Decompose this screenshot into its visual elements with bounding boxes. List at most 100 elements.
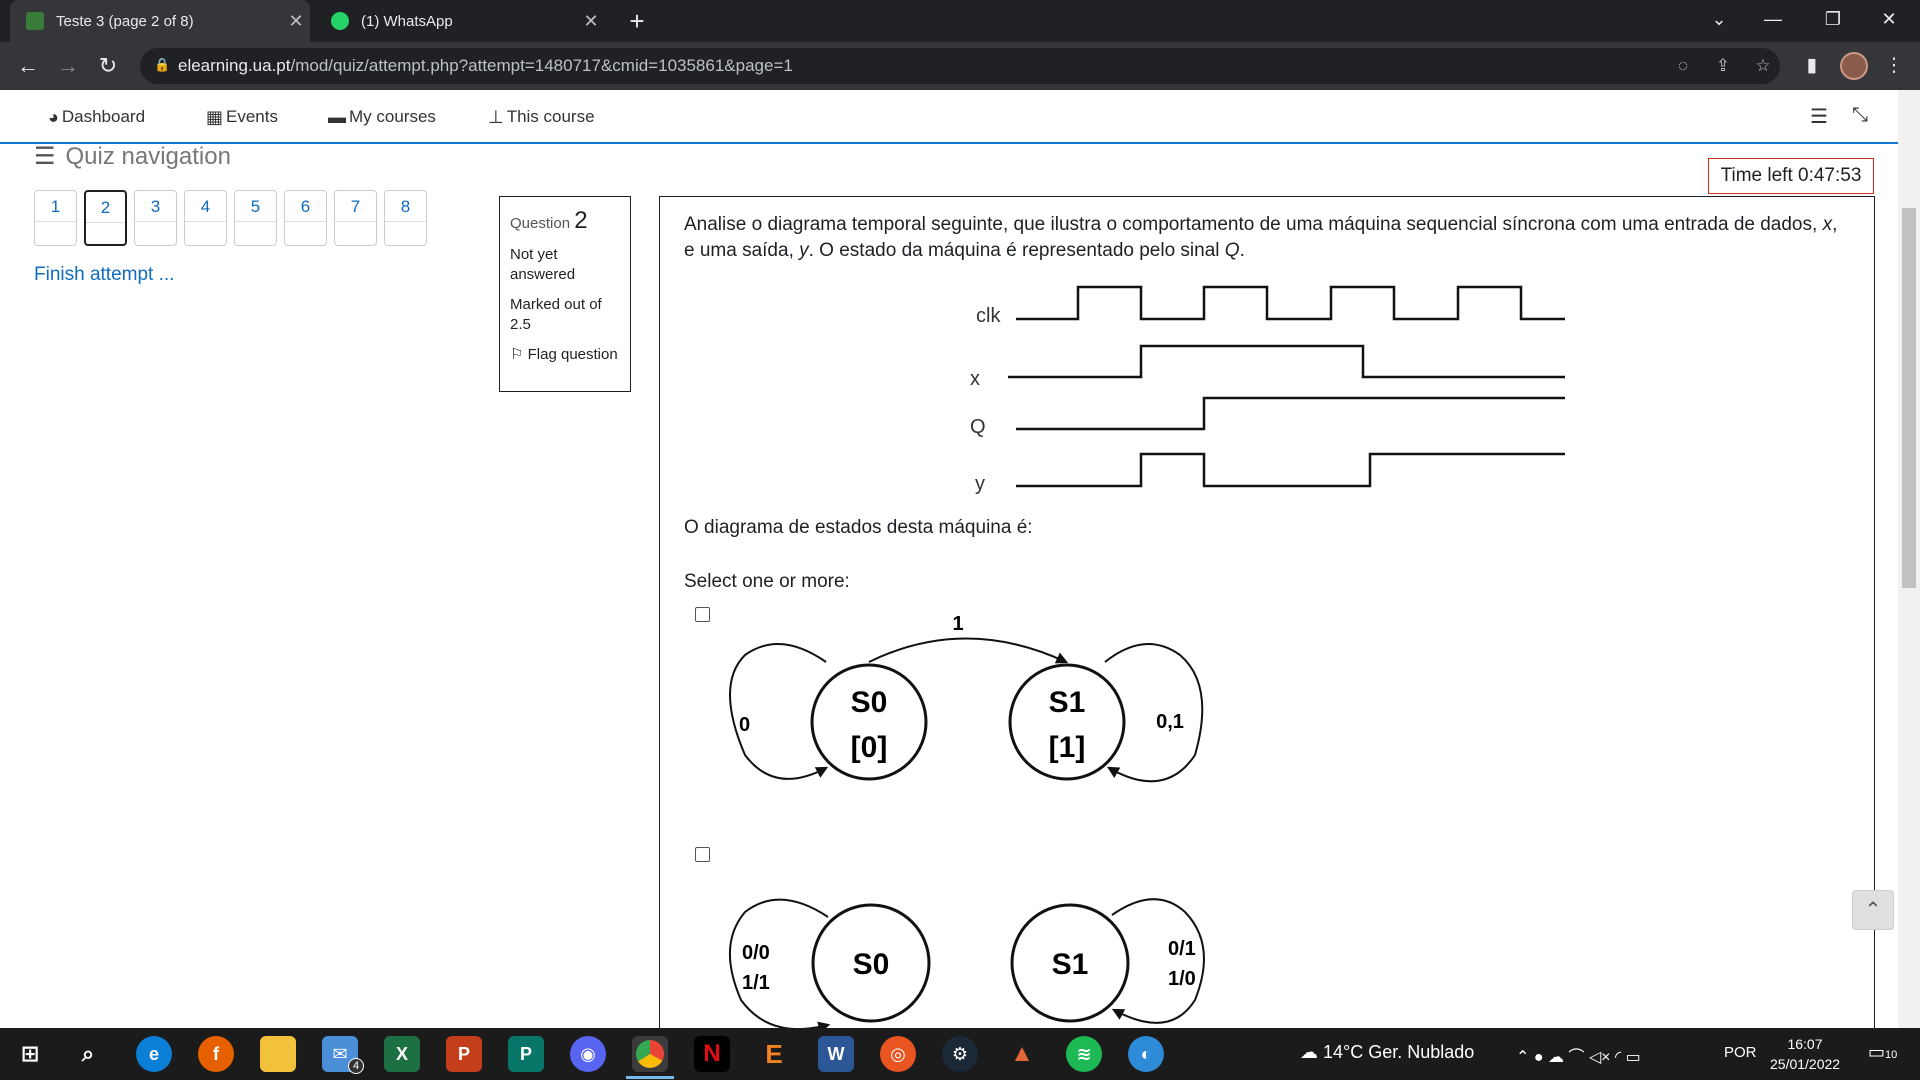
question-8-button[interactable]: 8	[384, 190, 427, 246]
weather-widget[interactable]: ☁ 14°C Ger. Nublado	[1300, 1042, 1474, 1063]
forward-button[interactable]: →	[52, 50, 84, 82]
option-a-checkbox[interactable]	[695, 607, 710, 622]
time-left-timer: Time left 0:47:53	[1708, 158, 1874, 194]
collapse-icon[interactable]: ⤡	[1852, 104, 1868, 127]
side-panel-icon[interactable]: ▮	[1798, 52, 1826, 80]
nav-my-courses[interactable]: ▬ My courses	[328, 104, 436, 130]
menu-kebab-icon[interactable]: ⋮	[1880, 52, 1908, 80]
flag-icon: ⚐	[510, 346, 524, 363]
share-icon[interactable]: ⇪	[1710, 54, 1736, 78]
var-q: Q	[1224, 240, 1240, 261]
restore-button[interactable]: ❐	[1810, 0, 1856, 38]
search-icon[interactable]: ⌕	[70, 1036, 106, 1072]
spotify-icon[interactable]: ≋	[1066, 1036, 1102, 1072]
windows-taskbar: ⊞ ⌕ e f ✉ 4 X P P ◉ N E W ◎ ⚙ ▲ ≋ ◐ ☁ 14…	[0, 1028, 1920, 1080]
publisher-icon[interactable]: P	[508, 1036, 544, 1072]
cloud-icon: ☁	[1300, 1042, 1318, 1062]
netflix-icon[interactable]: N	[694, 1036, 730, 1072]
url-text[interactable]: elearning.ua.pt/mod/quiz/attempt.php?att…	[178, 56, 793, 76]
var-y: y	[799, 240, 809, 261]
question-text-part: .	[1239, 240, 1245, 261]
finish-attempt-link[interactable]: Finish attempt ...	[34, 264, 174, 286]
question-7-button[interactable]: 7	[334, 190, 377, 246]
bookmark-star-icon[interactable]: ☆	[1750, 54, 1776, 78]
nav-this-course[interactable]: ⊥ This course	[488, 104, 595, 130]
clk-label: clk	[976, 305, 1001, 327]
language-indicator[interactable]: POR	[1724, 1044, 1757, 1061]
question-6-button[interactable]: 6	[284, 190, 327, 246]
profile-avatar[interactable]	[1840, 52, 1868, 80]
notification-center-icon[interactable]: ▭10	[1868, 1042, 1897, 1063]
scrollbar-thumb[interactable]	[1902, 208, 1916, 588]
option-b-state-diagram: S0 S1 0/0 1/1 0/1 1/0	[729, 898, 1205, 1028]
url-field[interactable]: 🔒 elearning.ua.pt/mod/quiz/attempt.php?a…	[140, 48, 1780, 84]
close-tab-icon[interactable]: ✕	[282, 11, 310, 32]
app-icon[interactable]: ◐	[1128, 1036, 1164, 1072]
word-icon[interactable]: W	[818, 1036, 854, 1072]
edge-icon[interactable]: e	[136, 1036, 172, 1072]
question-status: Not yet answered	[510, 246, 576, 283]
loop-s0-label-2: 1/1	[742, 972, 770, 994]
system-tray-icons[interactable]: ⌃ ● ☁ ⌒ ◁× ◜ ▭	[1516, 1043, 1641, 1067]
matlab-icon[interactable]: ▲	[1004, 1036, 1040, 1072]
x-waveform	[1008, 344, 1565, 379]
select-instruction: Select one or more:	[684, 571, 850, 592]
clock[interactable]: 16:07 25/01/2022	[1770, 1034, 1840, 1074]
lock-icon[interactable]: 🔒	[154, 57, 170, 75]
loop-s1-label-1: 0/1	[1168, 938, 1196, 960]
minimize-button[interactable]: —	[1750, 0, 1796, 38]
toggle-drawer-icon[interactable]: ☰	[1810, 104, 1828, 129]
tab-title: Teste 3 (page 2 of 8)	[56, 12, 194, 30]
discord-icon[interactable]: ◉	[570, 1036, 606, 1072]
close-tab-icon[interactable]: ✕	[577, 11, 605, 32]
excel-icon[interactable]: X	[384, 1036, 420, 1072]
question-number: 1	[50, 197, 61, 216]
eye-off-icon[interactable]: ◌	[1670, 54, 1696, 78]
q-waveform	[1016, 396, 1565, 431]
chrome-icon[interactable]	[632, 1036, 668, 1072]
steam-icon[interactable]: ⚙	[942, 1036, 978, 1072]
powerpoint-icon[interactable]: P	[446, 1036, 482, 1072]
clk-waveform	[1016, 285, 1565, 321]
state-s0-label: S0	[853, 948, 890, 981]
question-2-button[interactable]: 2	[84, 190, 127, 246]
tab-search-icon[interactable]: ⌄	[1696, 0, 1742, 38]
file-explorer-icon[interactable]	[260, 1036, 296, 1072]
question-number: 4	[200, 197, 211, 216]
browser-tab-bar: Teste 3 (page 2 of 8) ✕ (1) WhatsApp ✕ +…	[0, 0, 1920, 42]
loop-s1-label-2: 1/0	[1168, 968, 1196, 990]
whatsapp-favicon-icon	[331, 12, 349, 30]
nav-this-course-label: This course	[506, 107, 595, 126]
close-window-button[interactable]: ✕	[1866, 0, 1912, 38]
dashboard-icon: ◕	[48, 106, 59, 127]
flag-question-link[interactable]: ⚐ Flag question	[510, 345, 620, 365]
state-s1-label: S1	[1049, 686, 1086, 719]
windows-start-icon[interactable]: ⊞	[12, 1036, 48, 1072]
option-b-checkbox[interactable]	[695, 847, 710, 862]
question-text: Analise o diagrama temporal seguinte, qu…	[684, 212, 1844, 264]
moodle-navbar: ◕ Dashboard ▦ Events ▬ My courses ⊥ This cou…	[0, 90, 1898, 144]
back-to-top-button[interactable]: ⌃	[1852, 890, 1894, 930]
nav-events[interactable]: ▦ Events	[206, 104, 278, 130]
question-label: Question	[510, 215, 571, 232]
new-tab-button[interactable]: +	[622, 6, 652, 36]
tab-whatsapp[interactable]: (1) WhatsApp ✕	[315, 0, 605, 42]
question-number: 8	[400, 197, 411, 216]
e-app-icon[interactable]: E	[756, 1036, 792, 1072]
question-4-button[interactable]: 4	[184, 190, 227, 246]
back-button[interactable]: ←	[12, 50, 44, 82]
question-5-button[interactable]: 5	[234, 190, 277, 246]
question-3-button[interactable]: 3	[134, 190, 177, 246]
ubuntu-icon[interactable]: ◎	[880, 1036, 916, 1072]
tab-quiz[interactable]: Teste 3 (page 2 of 8) ✕	[10, 0, 310, 42]
nav-dashboard[interactable]: ◕ Dashboard	[48, 104, 145, 130]
loop-s0-label-1: 0/0	[742, 942, 770, 964]
firefox-icon[interactable]: f	[198, 1036, 234, 1072]
url-host: elearning.ua.pt	[178, 56, 291, 75]
nav-dashboard-label: Dashboard	[61, 107, 146, 126]
quiz-navigation-title[interactable]: ☰ Quiz navigation	[34, 142, 231, 171]
hamburger-icon[interactable]: ☰	[34, 142, 56, 171]
reload-button[interactable]: ↻	[92, 50, 124, 82]
question-1-button[interactable]: 1	[34, 190, 77, 246]
flag-question-label: Flag question	[527, 346, 618, 363]
